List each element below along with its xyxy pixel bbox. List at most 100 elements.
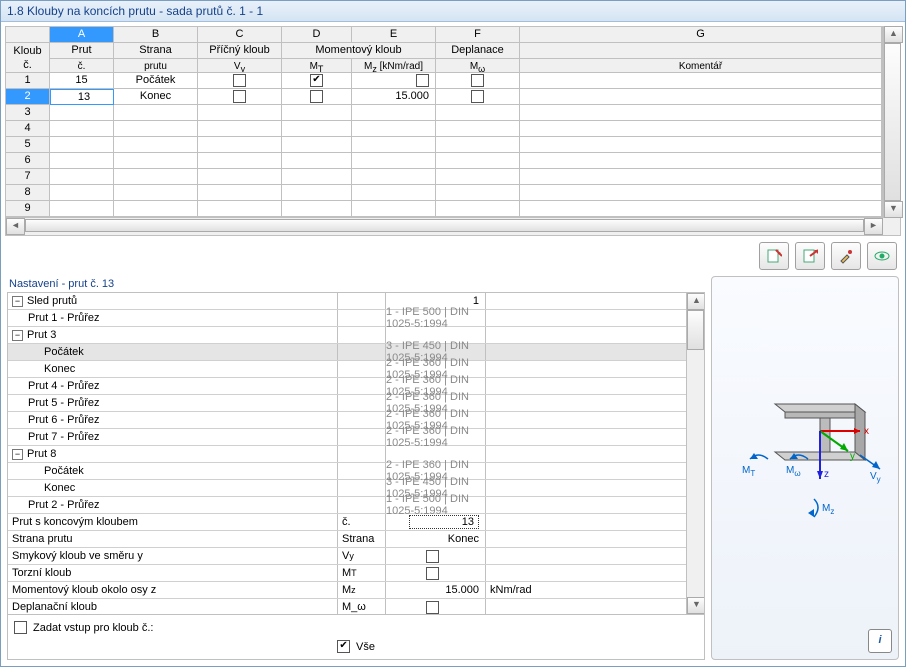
prop-label: Prut 4 - Průřez bbox=[8, 378, 338, 394]
prop-value[interactable]: 1 - IPE 500 | DIN 1025-5:1994 bbox=[386, 497, 486, 513]
svg-text:MT: MT bbox=[742, 465, 755, 478]
cell-mt[interactable] bbox=[282, 89, 352, 105]
prop-unit bbox=[486, 599, 686, 614]
cell-comment[interactable] bbox=[520, 89, 882, 105]
cell-vy[interactable] bbox=[198, 89, 282, 105]
col-letter-G[interactable]: G bbox=[520, 27, 882, 43]
vse-checkbox[interactable] bbox=[337, 640, 350, 653]
cell-mz[interactable]: 15.000 bbox=[352, 89, 436, 105]
col-letter-A[interactable]: A bbox=[50, 27, 114, 43]
prop-checkbox[interactable] bbox=[426, 550, 439, 563]
scroll-left-button[interactable]: ◄ bbox=[6, 218, 25, 235]
main-grid[interactable]: A B C D E F G Kloub č. Prut Strana Př bbox=[5, 26, 883, 218]
cell-prut[interactable]: ... bbox=[50, 89, 114, 105]
header-vy: Vy bbox=[198, 59, 282, 73]
col-letter-F[interactable]: F bbox=[436, 27, 520, 43]
header-mt: MT bbox=[282, 59, 352, 73]
tree-collapse-icon[interactable]: − bbox=[12, 449, 23, 460]
prop-symbol: č. bbox=[338, 514, 386, 530]
prop-value[interactable] bbox=[386, 565, 486, 581]
view-button[interactable] bbox=[867, 242, 897, 270]
prop-symbol: Vy bbox=[338, 548, 386, 564]
prop-checkbox[interactable] bbox=[426, 567, 439, 580]
row-header[interactable]: 8 bbox=[6, 185, 50, 201]
zadat-checkbox[interactable] bbox=[14, 621, 27, 634]
header-prutu: prutu bbox=[114, 59, 198, 73]
tree-collapse-icon[interactable]: − bbox=[12, 330, 23, 341]
row-header[interactable]: 4 bbox=[6, 121, 50, 137]
prop-unit bbox=[486, 327, 686, 343]
prop-value[interactable] bbox=[386, 599, 486, 614]
row-header[interactable]: 7 bbox=[6, 169, 50, 185]
tree-collapse-icon[interactable]: − bbox=[12, 296, 23, 307]
scroll-right-button[interactable]: ► bbox=[864, 218, 883, 235]
cell-mw[interactable] bbox=[436, 89, 520, 105]
scroll-up-button[interactable]: ▲ bbox=[884, 26, 903, 43]
cell-prut[interactable]: 15 bbox=[50, 73, 114, 89]
props-scroll-thumb[interactable] bbox=[687, 310, 704, 350]
row-header[interactable]: 3 bbox=[6, 105, 50, 121]
cell-mw[interactable] bbox=[436, 73, 520, 89]
prop-value[interactable]: Konec bbox=[386, 531, 486, 547]
cell-comment[interactable] bbox=[520, 73, 882, 89]
header-mw: Mω bbox=[436, 59, 520, 73]
col-letter-B[interactable]: B bbox=[114, 27, 198, 43]
row-header[interactable]: 1 bbox=[6, 73, 50, 89]
svg-text:Vy: Vy bbox=[870, 471, 881, 484]
row-header[interactable]: 5 bbox=[6, 137, 50, 153]
prop-symbol bbox=[338, 412, 386, 428]
corner-cell bbox=[6, 27, 50, 43]
import-button[interactable] bbox=[759, 242, 789, 270]
export-button[interactable] bbox=[795, 242, 825, 270]
props-scroll-down[interactable]: ▼ bbox=[687, 597, 705, 614]
property-grid[interactable]: −Sled prutů1Prut 1 - Průřez1 - IPE 500 |… bbox=[8, 293, 686, 614]
prop-value[interactable]: 2 - IPE 360 | DIN 1025-5:1994 bbox=[386, 429, 486, 445]
svg-text:Mz: Mz bbox=[822, 503, 834, 516]
prop-unit bbox=[486, 395, 686, 411]
prop-unit bbox=[486, 361, 686, 377]
prop-checkbox[interactable] bbox=[426, 601, 439, 614]
prop-label: Deplanační kloub bbox=[8, 599, 338, 614]
cell-mt[interactable] bbox=[282, 73, 352, 89]
col-letter-E[interactable]: E bbox=[352, 27, 436, 43]
prop-label: Počátek bbox=[8, 463, 338, 479]
prop-label: Prut 7 - Průřez bbox=[8, 429, 338, 445]
prop-value[interactable]: 13 bbox=[386, 514, 486, 530]
props-vertical-scrollbar[interactable]: ▲ ▼ bbox=[686, 293, 704, 614]
row-header[interactable]: 6 bbox=[6, 153, 50, 169]
scroll-down-button[interactable]: ▼ bbox=[884, 201, 903, 218]
col-letter-C[interactable]: C bbox=[198, 27, 282, 43]
props-scroll-up[interactable]: ▲ bbox=[687, 293, 705, 310]
header-strana: Strana bbox=[114, 43, 198, 59]
prop-label: Smykový kloub ve směru y bbox=[8, 548, 338, 564]
header-mz: Mz [kNm/rad] bbox=[352, 59, 436, 73]
prop-unit bbox=[486, 293, 686, 309]
cell-strana[interactable]: Konec bbox=[114, 89, 198, 105]
grid-horizontal-scrollbar[interactable]: ◄ ► bbox=[5, 218, 901, 236]
prop-label: Prut 2 - Průřez bbox=[8, 497, 338, 513]
row-header[interactable]: 9 bbox=[6, 201, 50, 217]
cell-mz[interactable] bbox=[352, 73, 436, 89]
preview-panel: x y z MT Mω Mz Vy bbox=[711, 276, 899, 660]
header-blank-g bbox=[520, 43, 882, 59]
row-header[interactable]: 2 bbox=[6, 89, 50, 105]
header-prut: Prut bbox=[50, 43, 114, 59]
pick-button[interactable] bbox=[831, 242, 861, 270]
prop-unit: kNm/rad bbox=[486, 582, 686, 598]
prop-value[interactable]: 1 - IPE 500 | DIN 1025-5:1994 bbox=[386, 310, 486, 326]
col-letter-D[interactable]: D bbox=[282, 27, 352, 43]
prop-label: Torzní kloub bbox=[8, 565, 338, 581]
cell-strana[interactable]: Počátek bbox=[114, 73, 198, 89]
prop-value[interactable] bbox=[386, 548, 486, 564]
header-pricny: Příčný kloub bbox=[198, 43, 282, 59]
prop-symbol: Strana bbox=[338, 531, 386, 547]
cell-vy[interactable] bbox=[198, 73, 282, 89]
prop-value[interactable]: 15.000 bbox=[386, 582, 486, 598]
prop-symbol bbox=[338, 378, 386, 394]
info-button[interactable]: i bbox=[868, 629, 892, 653]
prop-symbol bbox=[338, 310, 386, 326]
prop-symbol bbox=[338, 327, 386, 343]
prop-label: Konec bbox=[8, 361, 338, 377]
grid-vertical-scrollbar[interactable]: ▲ ▼ bbox=[883, 26, 901, 218]
prop-unit bbox=[486, 531, 686, 547]
